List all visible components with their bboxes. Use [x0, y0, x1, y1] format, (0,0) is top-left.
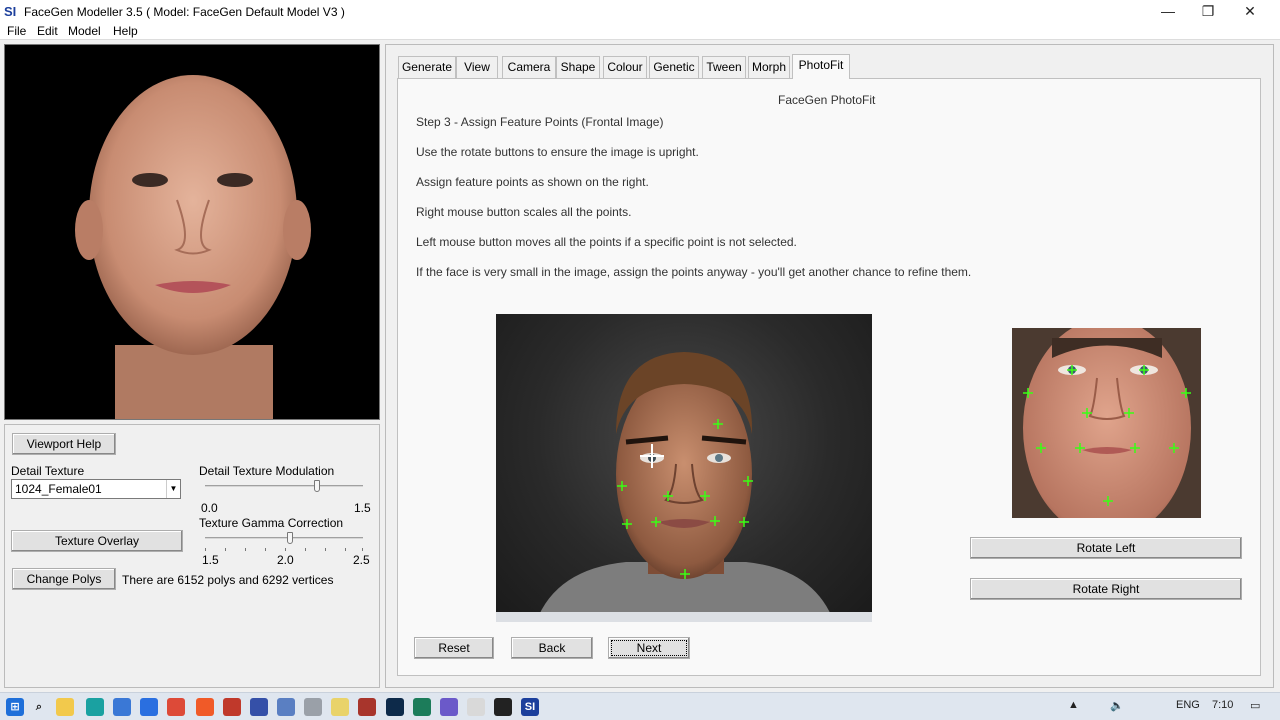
window-title: FaceGen Modeller 3.5 ( Model: FaceGen De… [24, 5, 345, 19]
rotate-left-button[interactable]: Rotate Left [970, 537, 1242, 559]
tab-genetic[interactable]: Genetic [649, 56, 699, 78]
volume-icon[interactable]: 🔈 [1110, 699, 1124, 712]
gamma-slider-thumb[interactable] [287, 532, 294, 544]
back-button[interactable]: Back [511, 637, 593, 659]
menu-file[interactable]: File [7, 24, 26, 38]
file-explorer-icon[interactable] [56, 698, 74, 716]
head-render [75, 75, 311, 419]
detail-texture-value: 1024_Female01 [15, 482, 102, 496]
model-viewport[interactable] [4, 44, 380, 420]
reset-button[interactable]: Reset [414, 637, 494, 659]
gamma-min-label: 1.5 [202, 553, 219, 567]
polys-info: There are 6152 polys and 6292 vertices [122, 573, 334, 587]
tab-tween[interactable]: Tween [702, 56, 746, 78]
modulation-label: Detail Texture Modulation [199, 464, 335, 478]
rotate-right-button[interactable]: Rotate Right [970, 578, 1242, 600]
tray-overflow-icon[interactable]: ▲ [1068, 699, 1079, 711]
taskbar: ⊞ ⌕ SI ▲ 🔈 ENG 7:10 ▭ [0, 692, 1280, 720]
clock[interactable]: 7:10 [1212, 699, 1233, 711]
instruction-5: If the face is very small in the image, … [416, 265, 972, 279]
modulation-slider-thumb[interactable] [314, 480, 321, 492]
photoshop-icon[interactable] [386, 698, 404, 716]
bolt-icon[interactable] [140, 698, 158, 716]
store-icon[interactable] [113, 698, 131, 716]
tab-camera[interactable]: Camera [502, 56, 556, 78]
tool-icon[interactable] [304, 698, 322, 716]
menu-help[interactable]: Help [113, 24, 138, 38]
brave-icon[interactable] [196, 698, 214, 716]
vivaldi-icon[interactable] [250, 698, 268, 716]
instruction-3: Right mouse button scales all the points… [416, 205, 632, 219]
photofit-heading: FaceGen PhotoFit [778, 93, 876, 107]
tab-photofit[interactable]: PhotoFit [792, 54, 850, 79]
tab-generate[interactable]: Generate [398, 56, 456, 78]
gamma-label: Texture Gamma Correction [199, 516, 344, 530]
detail-texture-select[interactable]: 1024_Female01 ▼ [11, 479, 181, 499]
menu-bar: File Edit Model Help [0, 24, 1280, 40]
title-bar: SI FaceGen Modeller 3.5 ( Model: FaceGen… [0, 0, 1280, 24]
gamma-slider[interactable] [205, 532, 363, 552]
close-button[interactable]: ✕ [1228, 0, 1272, 24]
app-logo-icon: SI [4, 4, 17, 19]
change-polys-button[interactable]: Change Polys [12, 568, 116, 590]
gamma-max-label: 2.5 [353, 553, 370, 567]
notifications-icon[interactable]: ▭ [1250, 699, 1260, 712]
windows-start-icon[interactable]: ⊞ [6, 698, 24, 716]
tab-shape[interactable]: Shape [556, 56, 600, 78]
modulation-min-label: 0.0 [201, 501, 218, 515]
reference-face-image [1012, 328, 1201, 518]
language-indicator[interactable]: ENG [1176, 699, 1200, 711]
app-icon-5[interactable] [467, 698, 485, 716]
app-icon-3[interactable] [413, 698, 431, 716]
detail-texture-label: Detail Texture [11, 464, 85, 478]
notepad-icon[interactable] [331, 698, 349, 716]
facegen-icon[interactable]: SI [521, 698, 539, 716]
tab-view[interactable]: View [456, 56, 498, 78]
modulation-max-label: 1.5 [354, 501, 371, 515]
edge-icon[interactable] [86, 698, 104, 716]
menu-model[interactable]: Model [68, 24, 101, 38]
tab-colour[interactable]: Colour [603, 56, 647, 78]
modulation-slider[interactable] [205, 480, 363, 500]
restore-button[interactable]: ❐ [1186, 0, 1230, 24]
frontal-face-image [496, 352, 872, 622]
app-icon-2[interactable] [358, 698, 376, 716]
app-icon-6[interactable] [494, 698, 512, 716]
step-title: Step 3 - Assign Feature Points (Frontal … [416, 115, 664, 129]
menu-edit[interactable]: Edit [37, 24, 58, 38]
instruction-4: Left mouse button moves all the points i… [416, 235, 797, 249]
notes-icon[interactable] [277, 698, 295, 716]
chrome-icon[interactable] [167, 698, 185, 716]
gamma-mid-label: 2.0 [277, 553, 294, 567]
chevron-down-icon: ▼ [166, 480, 180, 498]
search-icon[interactable]: ⌕ [30, 698, 48, 716]
instruction-1: Use the rotate buttons to ensure the ima… [416, 145, 699, 159]
texture-overlay-button[interactable]: Texture Overlay [11, 530, 183, 552]
instruction-2: Assign feature points as shown on the ri… [416, 175, 649, 189]
tab-morph[interactable]: Morph [748, 56, 790, 78]
frontal-image-canvas[interactable] [496, 314, 872, 622]
app-icon[interactable] [223, 698, 241, 716]
next-button[interactable]: Next [608, 637, 690, 659]
app-icon-4[interactable] [440, 698, 458, 716]
minimize-button[interactable]: — [1146, 0, 1190, 24]
viewport-help-button[interactable]: Viewport Help [12, 433, 116, 455]
